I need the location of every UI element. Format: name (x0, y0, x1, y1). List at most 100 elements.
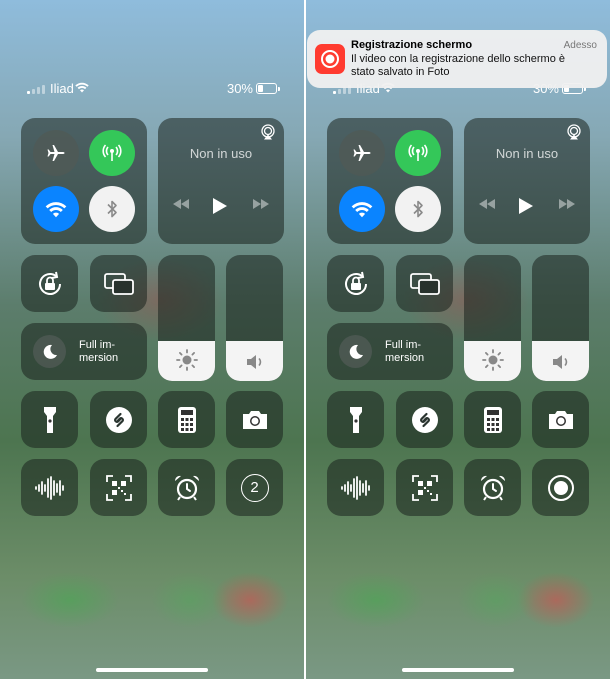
screen-mirroring-icon (103, 272, 134, 295)
camera-button[interactable] (532, 391, 589, 448)
moon-icon (33, 335, 66, 368)
battery-icon (256, 83, 280, 94)
screen-mirroring-button[interactable] (396, 255, 453, 312)
airplane-icon (352, 143, 372, 163)
airplay-icon[interactable] (566, 124, 582, 140)
cellular-data-icon (407, 142, 429, 164)
shazam-button[interactable] (396, 391, 453, 448)
calculator-icon (177, 406, 197, 434)
camera-icon (547, 409, 575, 431)
wifi-toggle[interactable] (339, 186, 385, 232)
airplay-icon[interactable] (260, 124, 276, 140)
shazam-button[interactable] (90, 391, 147, 448)
calculator-button[interactable] (158, 391, 215, 448)
focus-label: Full im- mersion (79, 339, 119, 364)
alarm-icon (479, 474, 507, 502)
notification-title: Registrazione schermo (351, 39, 473, 51)
wifi-toggle[interactable] (33, 186, 79, 232)
orientation-lock-button[interactable] (21, 255, 78, 312)
shazam-icon (411, 406, 439, 434)
play-icon[interactable] (212, 197, 228, 215)
signal-icon (27, 85, 45, 94)
cellular-data-icon (101, 142, 123, 164)
focus-mode-button[interactable]: Full im- mersion (21, 323, 147, 380)
home-indicator[interactable] (402, 668, 514, 672)
speaker-icon (532, 353, 589, 371)
orientation-lock-button[interactable] (327, 255, 384, 312)
wifi-icon (45, 201, 67, 218)
qr-scanner-icon (411, 474, 438, 501)
connectivity-module (21, 118, 147, 244)
now-playing-module: Non in uso (158, 118, 284, 244)
now-playing-module: Non in uso (464, 118, 590, 244)
bluetooth-icon (105, 199, 119, 219)
wifi-icon (351, 201, 373, 218)
qr-scanner-button[interactable] (90, 459, 147, 516)
bluetooth-icon (411, 199, 425, 219)
orientation-lock-icon (342, 270, 370, 298)
voice-memo-button[interactable] (21, 459, 78, 516)
flashlight-button[interactable] (21, 391, 78, 448)
notification-time: Adesso (563, 40, 597, 51)
rewind-icon[interactable] (478, 198, 496, 210)
flashlight-button[interactable] (327, 391, 384, 448)
qr-scanner-button[interactable] (396, 459, 453, 516)
battery-percent: 30% (226, 81, 253, 96)
notification-body: Il video con la registrazione dello sche… (351, 53, 566, 78)
camera-button[interactable] (226, 391, 283, 448)
qr-scanner-icon (105, 474, 132, 501)
control-center-after: Iliad 30% Non in uso Full im- mersion (306, 0, 610, 679)
home-indicator[interactable] (96, 668, 208, 672)
status-bar: Iliad 30% (0, 80, 304, 98)
connectivity-module (327, 118, 453, 244)
alarm-button[interactable] (158, 459, 215, 516)
cellular-data-toggle[interactable] (395, 130, 441, 176)
alarm-button[interactable] (464, 459, 521, 516)
screen-record-button[interactable] (532, 459, 589, 516)
media-status: Non in uso (495, 146, 559, 161)
bluetooth-toggle[interactable] (89, 186, 135, 232)
focus-mode-button[interactable]: Full im- mersion (327, 323, 453, 380)
timer-icon: 2 (240, 473, 269, 502)
carrier-label: Iliad (50, 81, 74, 96)
screen-mirroring-icon (409, 272, 440, 295)
voice-memo-icon (34, 475, 66, 500)
orientation-lock-icon (36, 270, 64, 298)
flashlight-icon (349, 406, 363, 434)
cellular-data-toggle[interactable] (89, 130, 135, 176)
bluetooth-toggle[interactable] (395, 186, 441, 232)
timer-badge: 2 (250, 479, 259, 496)
fast-forward-icon[interactable] (252, 198, 270, 210)
screen-mirroring-button[interactable] (90, 255, 147, 312)
voice-memo-button[interactable] (327, 459, 384, 516)
volume-slider[interactable] (532, 255, 589, 381)
shazam-icon (105, 406, 133, 434)
media-status: Non in uso (189, 146, 253, 161)
play-icon[interactable] (518, 197, 534, 215)
brightness-slider[interactable] (158, 255, 215, 381)
volume-slider[interactable] (226, 255, 283, 381)
timer-button[interactable]: 2 (226, 459, 283, 516)
focus-label: Full im- mersion (385, 339, 425, 364)
notification-banner[interactable]: Registrazione schermo Adesso Il video co… (307, 30, 607, 88)
wifi-status-icon (75, 82, 89, 93)
rewind-icon[interactable] (172, 198, 190, 210)
speaker-icon (226, 353, 283, 371)
screen-record-icon (547, 474, 575, 502)
brightness-slider[interactable] (464, 255, 521, 381)
airplane-mode-toggle[interactable] (339, 130, 385, 176)
airplane-icon (46, 143, 66, 163)
camera-icon (241, 409, 269, 431)
control-center-before: Iliad 30% Non in uso Full im- mersion 2 (0, 0, 304, 679)
screen-recording-app-icon (315, 44, 345, 74)
moon-icon (339, 335, 372, 368)
alarm-icon (173, 474, 201, 502)
sun-icon (158, 349, 215, 371)
sun-icon (464, 349, 521, 371)
airplane-mode-toggle[interactable] (33, 130, 79, 176)
calculator-icon (483, 406, 503, 434)
flashlight-icon (43, 406, 57, 434)
voice-memo-icon (340, 475, 372, 500)
fast-forward-icon[interactable] (558, 198, 576, 210)
calculator-button[interactable] (464, 391, 521, 448)
